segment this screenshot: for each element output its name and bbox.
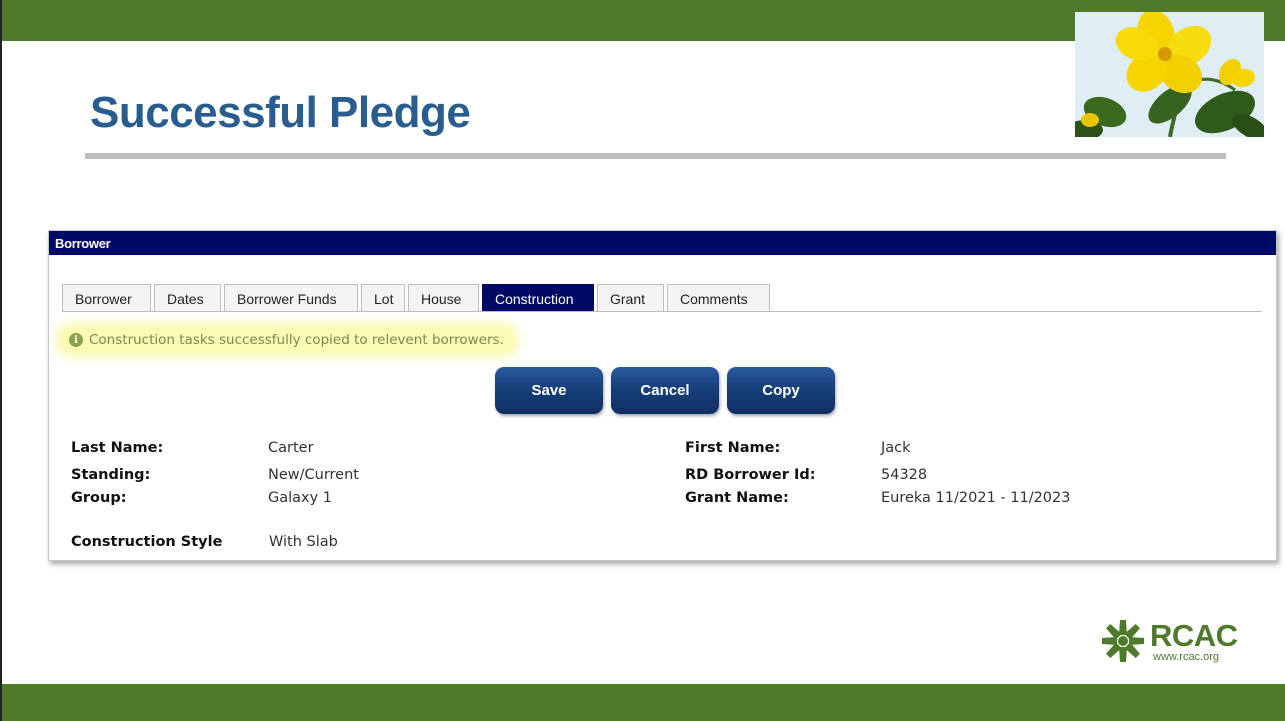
cancel-button[interactable]: Cancel: [611, 367, 719, 414]
tab-borrower-funds[interactable]: Borrower Funds: [224, 284, 358, 312]
slide: Successful Pledge Borrower Borrower Date…: [0, 0, 1285, 721]
last-name-label: Last Name:: [71, 440, 164, 456]
slide-title: Successful Pledge: [90, 88, 471, 137]
standing-value: New/Current: [268, 467, 359, 483]
last-name-value: Carter: [268, 440, 314, 456]
group-value: Galaxy 1: [268, 490, 333, 506]
rd-borrower-id-value: 54328: [881, 467, 928, 483]
tab-house[interactable]: House: [408, 284, 479, 312]
grant-name-label: Grant Name:: [685, 490, 789, 506]
bottom-green-band: [2, 684, 1285, 721]
construction-style-value: With Slab: [269, 534, 338, 550]
panel-header: Borrower: [49, 231, 1276, 255]
rcac-logo: RCAC www.rcac.org: [1100, 618, 1238, 668]
tab-comments[interactable]: Comments: [667, 284, 770, 312]
tab-dates[interactable]: Dates: [154, 284, 221, 312]
copy-button[interactable]: Copy: [727, 367, 835, 414]
save-button[interactable]: Save: [495, 367, 603, 414]
rcac-logo-text: RCAC: [1150, 618, 1238, 653]
tab-borrower[interactable]: Borrower: [62, 284, 151, 312]
success-message-text: Construction tasks successfully copied t…: [89, 332, 504, 348]
info-icon: i: [69, 333, 83, 347]
title-divider: [85, 153, 1226, 159]
tab-construction[interactable]: Construction: [482, 284, 594, 312]
tab-grant[interactable]: Grant: [597, 284, 664, 312]
rd-borrower-id-label: RD Borrower Id:: [685, 467, 816, 483]
rcac-star-icon: [1102, 620, 1144, 662]
construction-style-label: Construction Style: [71, 534, 223, 550]
group-label: Group:: [71, 490, 127, 506]
success-message: i Construction tasks successfully copied…: [61, 327, 514, 353]
tab-underline: [62, 311, 1262, 312]
rcac-logo-url: www.rcac.org: [1153, 651, 1220, 663]
tab-lot[interactable]: Lot: [361, 284, 405, 312]
grant-name-value: Eureka 11/2021 - 11/2023: [881, 490, 1071, 506]
first-name-value: Jack: [881, 440, 911, 456]
flower-photo: [1075, 12, 1264, 137]
borrower-panel: Borrower Borrower Dates Borrower Funds L…: [48, 230, 1277, 561]
standing-label: Standing:: [71, 467, 151, 483]
tab-bar: Borrower Dates Borrower Funds Lot House …: [62, 284, 773, 312]
first-name-label: First Name:: [685, 440, 781, 456]
